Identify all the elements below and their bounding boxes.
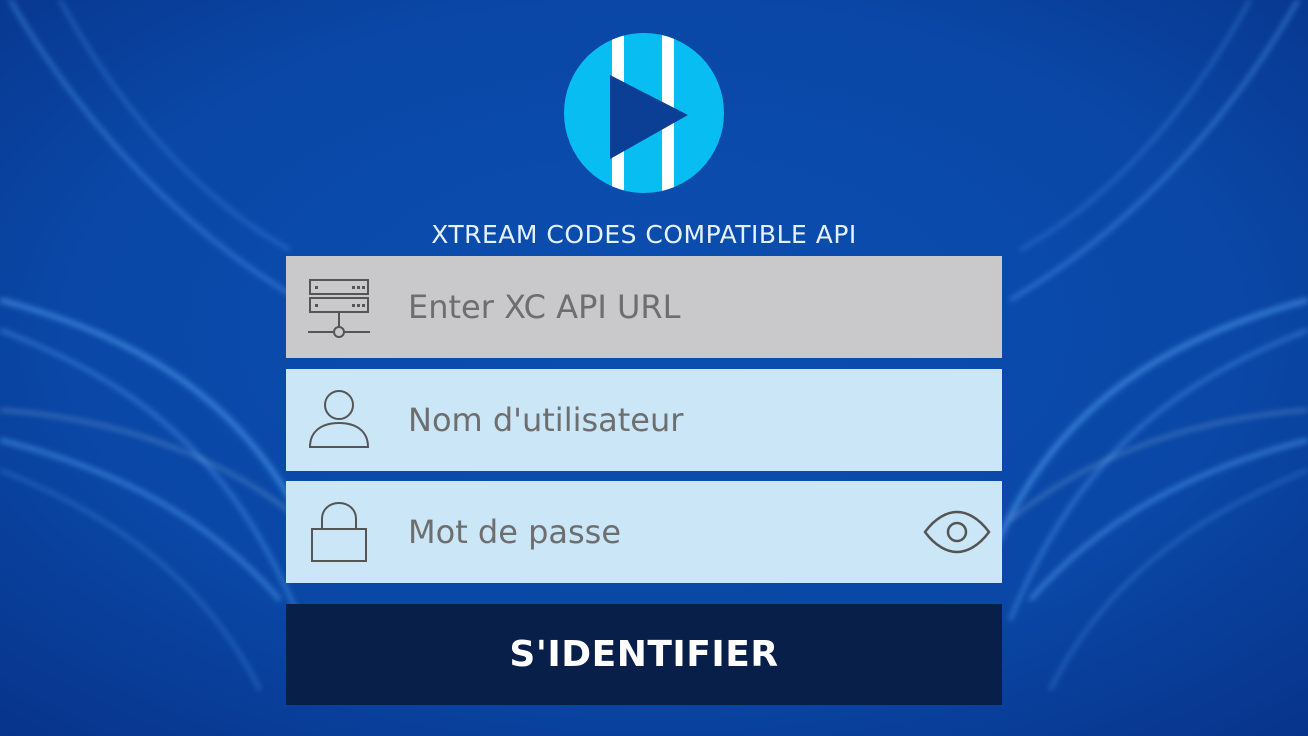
password-input[interactable]	[408, 513, 888, 551]
username-input[interactable]	[408, 401, 888, 439]
lock-icon	[311, 501, 367, 562]
url-field[interactable]	[286, 256, 1002, 358]
eye-icon[interactable]	[922, 509, 992, 555]
url-input[interactable]	[408, 288, 888, 326]
password-field[interactable]	[286, 481, 1002, 583]
app-subtitle: XTREAM CODES COMPATIBLE API	[431, 220, 857, 249]
server-icon	[308, 279, 370, 338]
play-logo-icon	[564, 33, 724, 193]
user-icon	[308, 390, 370, 448]
login-button[interactable]: S'IDENTIFIER	[286, 604, 1002, 705]
username-field[interactable]	[286, 369, 1002, 471]
